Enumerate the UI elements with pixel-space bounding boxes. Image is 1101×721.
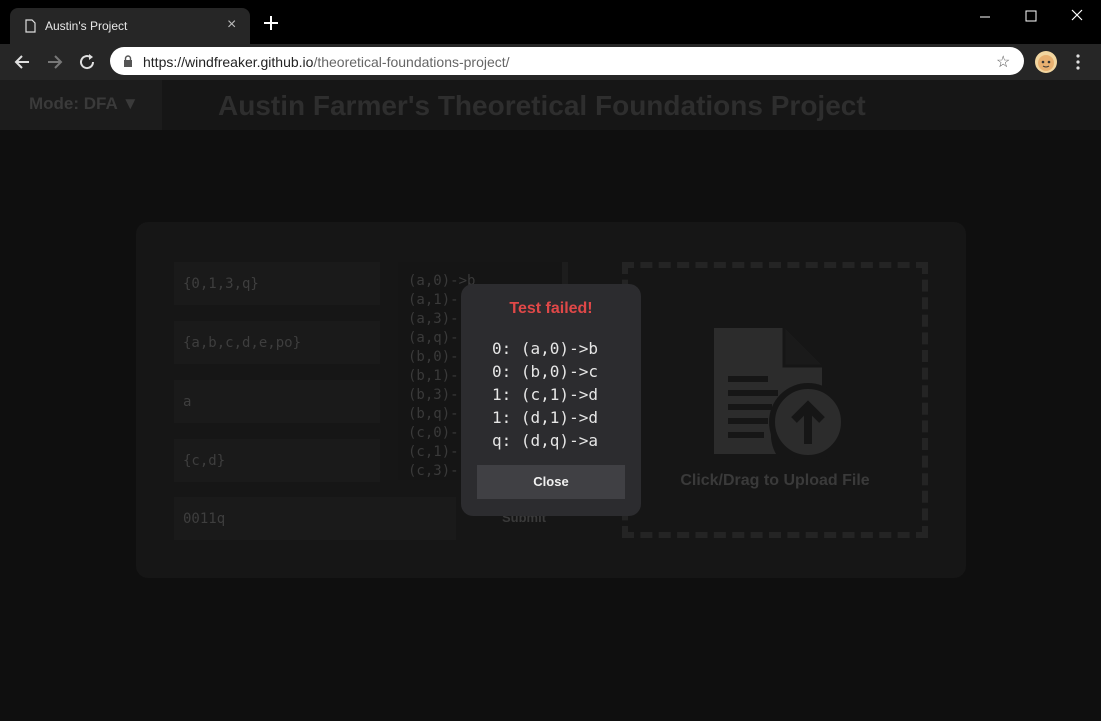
test-string-input[interactable]: 0011q [174,497,456,540]
trace-line: 0: (b,0)->c [492,362,598,381]
page-title: Austin Farmer's Theoretical Foundations … [218,90,866,121]
browser-tab[interactable]: Austin's Project × [10,8,250,44]
back-arrow-icon[interactable] [12,52,32,72]
lock-icon [124,55,132,67]
start-state-input[interactable]: a [174,380,380,423]
upload-label: Click/Drag to Upload File [680,472,870,489]
modal-title: Test failed! [509,300,593,317]
mode-dropdown[interactable]: Mode: DFA ▼ [0,80,162,130]
url-path: /theoretical-foundations-project/ [313,54,510,70]
kebab-menu-icon[interactable] [1072,53,1084,71]
trace-line: 0: (a,0)->b [492,339,598,358]
new-tab-plus-icon[interactable] [262,14,280,32]
trace-list: 0: (a,0)->b 0: (b,0)->c 1: (c,1)->d 1: (… [492,337,598,452]
alphabet-input[interactable]: {0,1,3,q} [174,262,380,305]
url-host: https://windfreaker.github.io [143,54,314,70]
tab-close-icon[interactable]: × [227,16,236,34]
avatar-face-icon [1038,55,1054,71]
close-window-icon[interactable] [1062,6,1092,28]
accept-states-input[interactable]: {c,d} [174,439,380,482]
states-input[interactable]: {a,b,c,d,e,po} [174,321,380,364]
browser-titlebar: Austin's Project × [0,0,1101,44]
trace-line: q: (d,q)->a [492,431,598,450]
tab-title: Austin's Project [45,19,128,33]
address-bar[interactable]: https://windfreaker.github.io/theoretica… [110,47,1024,75]
upload-file-icon [714,328,847,461]
profile-avatar[interactable] [1035,51,1057,73]
forward-arrow-icon[interactable] [45,52,65,72]
reload-icon[interactable] [77,52,97,72]
trace-line: 1: (c,1)->d [492,385,598,404]
site-header: Mode: DFA ▼ Austin Farmer's Theoretical … [0,80,1101,130]
url-text: https://windfreaker.github.io/theoretica… [143,54,510,70]
maximize-icon[interactable] [1016,6,1046,28]
close-button[interactable]: Close [477,465,625,499]
page-icon [25,19,36,33]
trace-line: 1: (d,1)->d [492,408,598,427]
bookmark-star-icon[interactable]: ☆ [996,52,1010,72]
minimize-icon[interactable] [970,6,1000,28]
file-upload-dropzone[interactable]: Click/Drag to Upload File [622,262,928,538]
test-result-modal: Test failed! 0: (a,0)->b 0: (b,0)->c 1: … [461,284,641,516]
